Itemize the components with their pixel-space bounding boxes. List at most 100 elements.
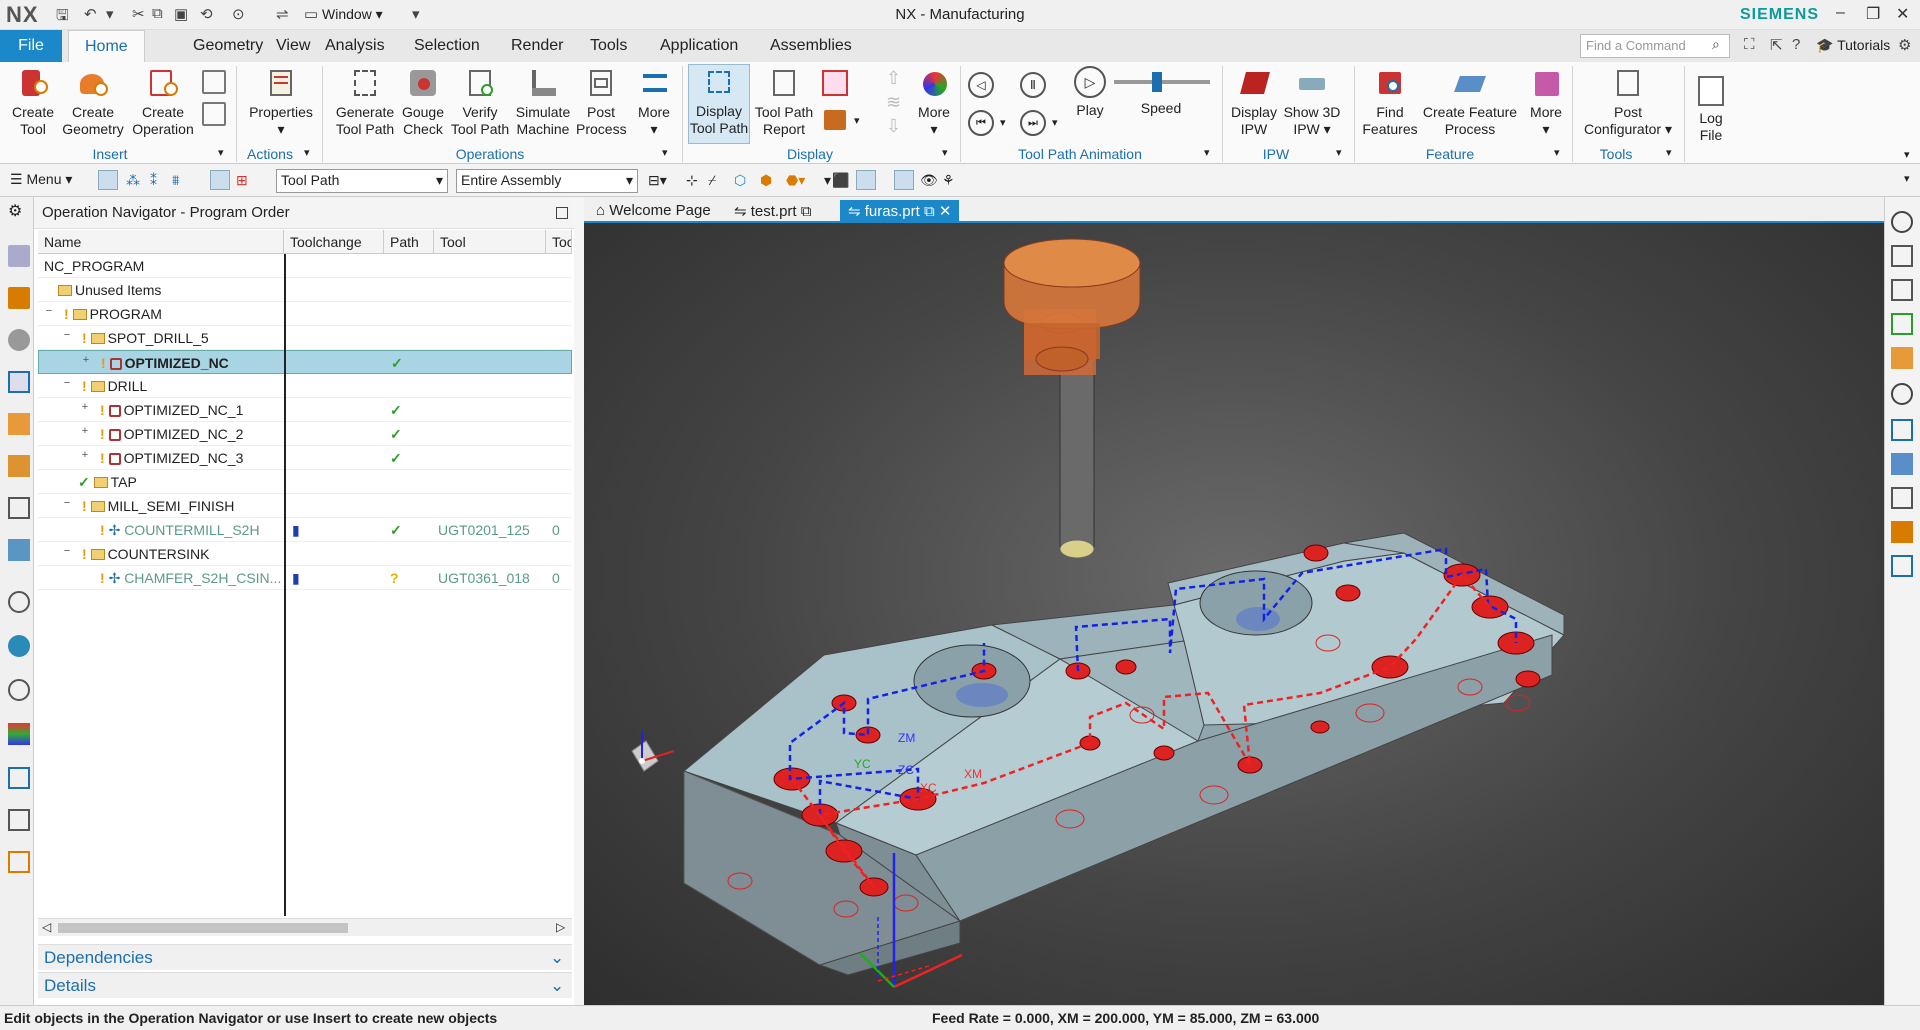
help-icon[interactable]: ? [1792,36,1800,53]
speed-slider-thumb[interactable] [1152,72,1162,92]
roles-icon[interactable] [8,851,30,873]
tool-path-icon[interactable] [1891,279,1913,301]
measure-icon[interactable]: ⚘ [942,172,955,189]
toolbar-expand-icon[interactable]: ▾ [1904,172,1910,185]
part-icon[interactable] [856,170,876,190]
tree-row-optimized-nc[interactable]: + ! OPTIMIZED_NC ✓ [38,350,572,374]
tool-path-report-button[interactable]: Tool Path Report [752,66,816,138]
generate-icon[interactable] [1891,245,1913,267]
column-splitter[interactable] [284,254,286,916]
horizontal-scrollbar[interactable]: ◁ ▷ [38,918,572,936]
display-tool-path-button[interactable]: Display Tool Path [688,64,750,144]
column-tool[interactable]: Tool [434,230,546,254]
mcs-view-icon[interactable] [894,170,914,190]
play-button[interactable]: ▷ Play [1070,66,1110,119]
tree-row-countermill-s2h[interactable]: ! ✢ COUNTERMILL_S2H ▮ ✓ UGT0201_125 0 [38,518,572,542]
tree-row-program[interactable]: − ! PROGRAM [38,302,572,326]
log-file-button[interactable]: Log File [1692,76,1730,144]
properties-button[interactable]: Properties ▾ [246,66,316,138]
constraint-navigator-icon[interactable] [8,329,30,351]
feature-snap-icon[interactable]: ⬣▾ [786,172,805,189]
operation-navigator-icon[interactable] [8,371,30,393]
tree-row-optimized-nc-3[interactable]: + ! OPTIMIZED_NC_3 ✓ [38,446,572,470]
collapse-icon[interactable]: − [62,498,72,509]
snap-icon[interactable]: ⊟▾ [648,172,667,189]
animate-icon[interactable] [1891,383,1913,405]
search-icon[interactable]: ⌕ [1712,36,1720,53]
column-tool-number[interactable]: Too [546,230,572,254]
chevron-down-icon[interactable]: ▾ [218,146,224,159]
feature-icon[interactable] [1891,347,1913,369]
settings-icon[interactable]: ⚙ [8,201,30,223]
tab-home[interactable]: Home [68,30,145,62]
type-filter-select[interactable]: Tool Path ▾ [276,169,448,193]
list-icon[interactable] [1891,555,1913,577]
tab-tools[interactable]: Tools [574,30,643,62]
minimize-button[interactable]: – [1836,4,1845,22]
details-panel[interactable]: Details ⌄ [38,972,572,998]
file-menu-button[interactable]: File [0,30,62,62]
face-snap-icon[interactable]: ⬡ [734,172,746,189]
column-path[interactable]: Path [384,230,434,254]
create-tool-icon[interactable] [1891,521,1913,543]
verify-tool-path-button[interactable]: Verify Tool Path [450,66,510,138]
curve-snap-icon[interactable]: ⌿ [708,172,716,189]
chevron-down-icon[interactable]: ▾ [854,114,860,127]
chevron-down-icon[interactable]: ▾ [1336,146,1342,159]
column-toolchange[interactable]: Toolchange [284,230,384,254]
hd3d-tools-icon[interactable] [8,539,30,561]
system-materials-icon[interactable] [8,767,30,789]
machine-view-icon[interactable] [202,102,226,126]
part-navigator-icon[interactable] [8,245,30,267]
process-studio-icon[interactable] [8,809,30,831]
find-features-button[interactable]: Find Features [1360,66,1420,138]
ribbon-expand-icon[interactable]: ▾ [1904,148,1910,161]
fullscreen-icon[interactable]: ⛶ [1744,36,1755,53]
tab-application[interactable]: Application [644,30,754,62]
scrollbar-thumb[interactable] [58,923,348,933]
chevron-down-icon[interactable]: ▾ [1204,146,1210,159]
body-snap-icon[interactable]: ⬢ [760,172,772,189]
restore-button[interactable]: ❐ [1866,4,1880,24]
collapse-icon[interactable]: − [62,378,72,389]
create-operation-button[interactable]: Create Operation [130,66,196,138]
feature-navigator-icon[interactable] [8,455,30,477]
tree-row-countersink[interactable]: − ! COUNTERSINK [38,542,572,566]
component-snap-icon[interactable]: ▾ [824,172,831,189]
tab-selection[interactable]: Selection [398,30,496,62]
tree-row-drill[interactable]: − ! DRILL [38,374,572,398]
generate-tool-path-button[interactable]: Generate Tool Path [330,66,400,138]
step-back-icon[interactable]: ◁ [968,72,994,98]
maximize-panel-icon[interactable] [556,207,568,219]
operations-more-button[interactable]: More ▾ [632,66,676,138]
chevron-down-icon[interactable]: ▾ [1554,146,1560,159]
chevron-down-icon[interactable]: ▾ [1052,116,1058,129]
selection-filter-icon[interactable]: ⊞ [236,172,248,189]
3d-ipw-icon[interactable] [1891,453,1913,475]
globe-icon[interactable] [8,635,30,657]
select-all-icon[interactable]: ⁑ [150,172,157,189]
post-configurator-button[interactable]: Post Configurator ▾ [1578,66,1678,138]
assembly-navigator-icon[interactable] [8,287,30,309]
ipw-icon[interactable] [1891,419,1913,441]
palette-icon[interactable] [8,723,30,745]
scroll-left-icon[interactable]: ◁ [42,920,51,934]
view-icon[interactable]: 👁 [920,172,938,189]
filter-icon[interactable] [98,170,118,190]
tree-row-spot-drill-5[interactable]: − ! SPOT_DRILL_5 [38,326,572,350]
dependencies-panel[interactable]: Dependencies ⌄ [38,944,572,970]
pause-icon[interactable]: Ⅱ [1020,72,1046,98]
tree-row-chamfer-s2h-csink[interactable]: ! ✢ CHAMFER_S2H_CSIN... ▮ ? UGT0361_018 … [38,566,572,590]
rewind-icon[interactable]: ⏮ [968,110,994,136]
assembly-icon[interactable]: ⬛ [832,172,849,189]
scope-select[interactable]: Entire Assembly ▾ [456,169,638,193]
type-filter-icon[interactable] [210,170,230,190]
expand-icon[interactable]: ⇱ [1770,36,1783,54]
tab-furas-prt[interactable]: ⇋ furas.prt ⧉ ✕ [840,200,960,223]
tab-assemblies[interactable]: Assemblies [754,30,868,62]
verify-icon[interactable] [1891,313,1913,335]
menu-button[interactable]: ☰ Menu ▾ [10,171,72,188]
collapse-icon[interactable]: − [62,546,72,557]
tab-welcome-page[interactable]: ⌂ Welcome Page [588,200,719,223]
collapse-icon[interactable]: − [44,306,54,317]
